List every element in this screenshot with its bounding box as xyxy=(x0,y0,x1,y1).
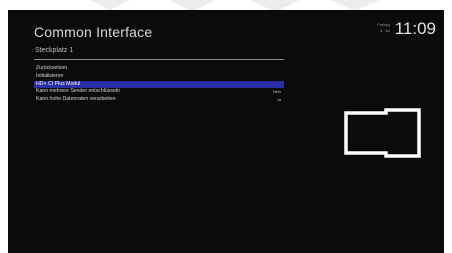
menu-item-multi-decrypt[interactable]: Kann mehrere Sender entschlüsseln Nein xyxy=(34,88,284,96)
menu-item-reset[interactable]: Zurücksetzen xyxy=(34,65,284,73)
menu-item-module[interactable]: HD+ CI Plus Modul xyxy=(34,80,284,89)
slot-subtitle: Steckplatz 1 xyxy=(35,47,74,54)
menu-item-label: Kann mehrere Sender entschlüsseln xyxy=(36,88,120,95)
menu-item-initialize[interactable]: Initialisieren xyxy=(34,73,284,81)
page-title: Common Interface xyxy=(34,24,153,40)
menu-item-value: Ja xyxy=(276,97,281,103)
menu-item-label: Zurücksetzen xyxy=(36,65,68,71)
menu-item-label: Kann hohe Datenraten verarbeiten xyxy=(36,96,116,103)
menu-item-value: Nein xyxy=(272,89,281,95)
clock-time: 11:09 xyxy=(394,19,436,38)
menu-item-label: Initialisieren xyxy=(36,72,64,79)
clock-date: Freitag 4. Jul xyxy=(377,22,389,34)
clock-day: 4. Jul xyxy=(380,28,390,33)
ci-module-icon xyxy=(343,107,421,159)
menu-item-label: HD+ CI Plus Modul xyxy=(36,80,81,87)
tv-screen: Common Interface Freitag 4. Jul 11:09 St… xyxy=(8,10,444,253)
divider xyxy=(34,59,284,60)
menu-list: Zurücksetzen Initialisieren HD+ CI Plus … xyxy=(34,65,284,104)
menu-item-high-datarate[interactable]: Kann hohe Datenraten verarbeiten Ja xyxy=(34,96,284,104)
clock: Freitag 4. Jul 11:09 xyxy=(377,20,436,38)
